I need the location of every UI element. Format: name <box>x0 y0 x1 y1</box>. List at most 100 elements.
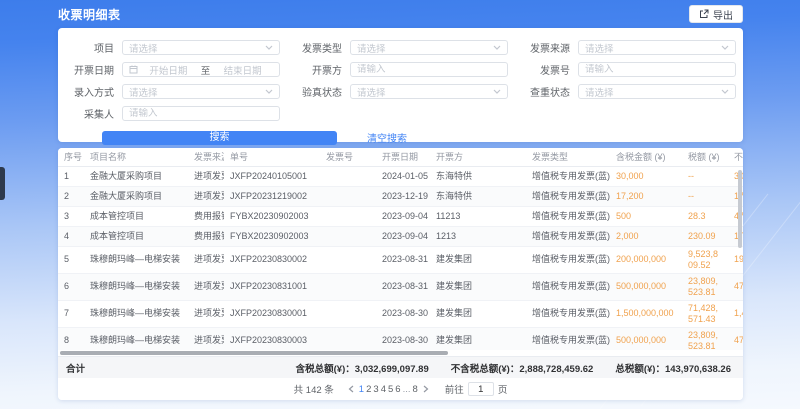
table-cell: 2 <box>58 186 84 206</box>
vertical-scrollbar[interactable] <box>738 170 742 248</box>
table-cell: 1,500,000,000 <box>610 300 682 327</box>
topbar: 收票明细表 导出 <box>0 0 800 28</box>
table-cell: -- <box>682 186 728 206</box>
table-cell: 2023-12-19 <box>376 186 430 206</box>
table-cell: 200,000,000 <box>610 246 682 273</box>
table-cell: 1 <box>58 166 84 186</box>
page-number[interactable]: 8 <box>413 384 418 395</box>
page-number[interactable]: 3 <box>373 384 378 395</box>
collector-input[interactable] <box>129 108 273 119</box>
page-title: 收票明细表 <box>58 6 121 23</box>
column-header: 项目名称 <box>84 148 188 166</box>
table-cell: 2023-08-30 <box>376 300 430 327</box>
chevron-down-icon <box>493 45 501 50</box>
table-cell: 11213 <box>430 206 526 226</box>
table-cell: 建发集团 <box>430 300 526 327</box>
page-ellipsis: ... <box>403 384 411 395</box>
export-icon <box>699 9 709 19</box>
page-number[interactable]: 6 <box>395 384 400 395</box>
table-row[interactable]: 5珠穆朗玛峰—电梯安装进项发票JXFP202308300022023-08-31… <box>58 246 743 273</box>
table-cell: 2023-09-04 <box>376 206 430 226</box>
column-header: 发票来源 <box>188 148 224 166</box>
table-viewport: 序号项目名称发票来源单号发票号开票日期开票方发票类型含税金额 (¥)税额 (¥)… <box>58 148 743 350</box>
table-row[interactable]: 1金融大厦采购项目进项发票JXFP202401050012024-01-05东海… <box>58 166 743 186</box>
table-row[interactable]: 7珠穆朗玛峰—电梯安装进项发票JXFP202308300012023-08-30… <box>58 300 743 327</box>
table-cell: 成本管控项目 <box>84 206 188 226</box>
page-number[interactable]: 5 <box>388 384 393 395</box>
table-cell: JXFP20240105001 <box>224 166 320 186</box>
horizontal-scrollbar-thumb[interactable] <box>60 351 448 355</box>
search-button[interactable]: 搜索 <box>102 131 337 145</box>
column-header: 发票类型 <box>526 148 610 166</box>
start-date-placeholder: 开始日期 <box>138 63 199 77</box>
collapsed-drawer-handle[interactable] <box>0 167 5 200</box>
pagination-total: 共 142 条 <box>294 382 334 396</box>
table-row[interactable]: 2金融大厦采购项目进项发票JXFP202312190022023-12-19东海… <box>58 186 743 206</box>
invoice-no-input[interactable] <box>585 64 729 75</box>
table-cell: 增值税专用发票(蓝) <box>526 186 610 206</box>
table-cell: 金融大厦采购项目 <box>84 166 188 186</box>
entry-method-label: 录入方式 <box>66 84 114 99</box>
entry-method-select[interactable]: 请选择 <box>122 84 280 99</box>
project-select[interactable]: 请选择 <box>122 40 280 55</box>
export-button[interactable]: 导出 <box>689 5 743 23</box>
table-cell: JXFP20230831001 <box>224 273 320 300</box>
invoice-date-range-picker[interactable]: 开始日期 至 结束日期 <box>122 62 280 77</box>
table-cell <box>320 226 376 246</box>
table-cell: 珠穆朗玛峰—电梯安装 <box>84 300 188 327</box>
verify-status-placeholder: 请选择 <box>357 85 493 99</box>
next-page-icon[interactable] <box>419 385 433 393</box>
export-button-label: 导出 <box>713 7 733 22</box>
horizontal-scrollbar-track <box>58 350 743 356</box>
table-cell: 6 <box>58 273 84 300</box>
table-row[interactable]: 6珠穆朗玛峰—电梯安装进项发票JXFP202308310012023-08-31… <box>58 273 743 300</box>
page-number[interactable]: 2 <box>366 384 371 395</box>
duplicate-status-select[interactable]: 请选择 <box>578 84 736 99</box>
table-cell: 建发集团 <box>430 273 526 300</box>
total-excl-tax: 不含税总额(¥)：2,888,728,459.62 <box>451 361 594 375</box>
pagination-bar: 共 142 条 123456...8 前往 页 <box>58 378 743 400</box>
verify-status-select[interactable]: 请选择 <box>350 84 508 99</box>
issuer-input[interactable] <box>357 64 501 75</box>
invoice-detail-page: 收票明细表 导出 项目 请选择 发票类型 请选择 <box>0 0 800 409</box>
table-cell: 增值税专用发票(蓝) <box>526 206 610 226</box>
column-header: 开票日期 <box>376 148 430 166</box>
collector-field-wrap <box>122 106 280 121</box>
invoice-no-field-wrap <box>578 62 736 77</box>
table-cell: 28.3 <box>682 206 728 226</box>
table-row[interactable]: 8珠穆朗玛峰—电梯安装进项发票JXFP202308300032023-08-30… <box>58 327 743 350</box>
table-cell: FYBX20230902003 <box>224 206 320 226</box>
totals-label: 合计 <box>66 361 85 375</box>
column-header: 含税金额 (¥) <box>610 148 682 166</box>
column-header: 发票号 <box>320 148 376 166</box>
goto-page-input[interactable] <box>468 382 494 396</box>
table-row[interactable]: 4成本管控项目费用报销FYBX202309020032023-09-041213… <box>58 226 743 246</box>
invoice-table: 序号项目名称发票来源单号发票号开票日期开票方发票类型含税金额 (¥)税额 (¥)… <box>58 148 743 350</box>
table-cell: JXFP20230830001 <box>224 300 320 327</box>
table-row[interactable]: 3成本管控项目费用报销FYBX202309020032023-09-041121… <box>58 206 743 226</box>
goto-label: 前往 <box>445 382 464 396</box>
table-cell: 71,428,571.43 <box>682 300 728 327</box>
table-cell: 成本管控项目 <box>84 226 188 246</box>
table-cell: 建发集团 <box>430 246 526 273</box>
clear-search-link[interactable]: 清空搜索 <box>367 130 407 145</box>
invoice-type-placeholder: 请选择 <box>357 41 493 55</box>
table-cell: 进项发票 <box>188 327 224 350</box>
project-label: 项目 <box>66 40 114 55</box>
table-cell: 费用报销 <box>188 206 224 226</box>
invoice-source-select[interactable]: 请选择 <box>578 40 736 55</box>
table-cell: 进项发票 <box>188 300 224 327</box>
table-cell: 进项发票 <box>188 273 224 300</box>
table-cell: 建发集团 <box>430 327 526 350</box>
table-cell: -- <box>682 166 728 186</box>
table-cell: 47 <box>728 327 743 350</box>
issuer-label: 开票方 <box>294 62 342 77</box>
filter-panel: 项目 请选择 发票类型 请选择 发票来源 请选择 <box>58 28 743 142</box>
collector-label: 采集人 <box>66 106 114 121</box>
invoice-type-select[interactable]: 请选择 <box>350 40 508 55</box>
page-number[interactable]: 4 <box>381 384 386 395</box>
prev-page-icon[interactable] <box>344 385 358 393</box>
chevron-down-icon <box>721 45 729 50</box>
invoice-type-label: 发票类型 <box>294 40 342 55</box>
page-number[interactable]: 1 <box>359 384 364 395</box>
